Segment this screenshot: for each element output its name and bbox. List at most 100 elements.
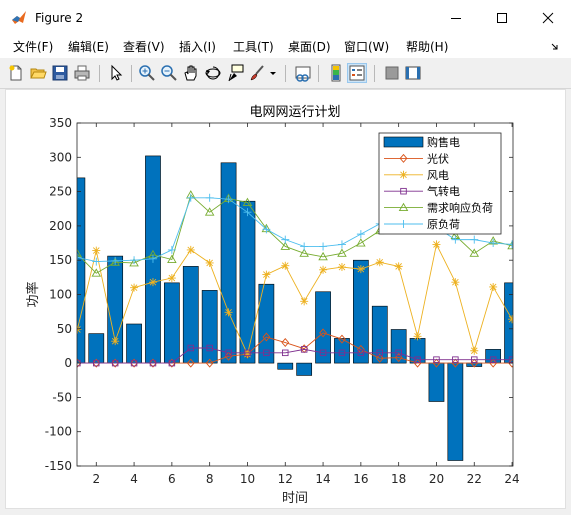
bar-9 [220,162,237,364]
legend-label: 购售电 [427,135,460,149]
x-tick-label: 14 [315,472,330,486]
print-icon[interactable] [73,64,91,82]
window-title: Figure 2 [35,11,84,25]
toolbar-separator [285,65,286,82]
chart-title: 电网网运行计划 [249,105,340,120]
y-axis-label: 功率 [25,281,41,307]
point-wind-24 [508,315,513,324]
menu-edit[interactable]: 编辑(E) [68,40,109,54]
point-wind-23 [489,282,498,291]
x-axis-label: 时间 [282,491,308,506]
menu-file[interactable]: 文件(F) [13,40,53,54]
pan-icon[interactable] [182,64,200,82]
point-wind-6 [167,274,176,283]
data-cursor-icon[interactable] [226,64,244,82]
new-figure-icon[interactable] [7,64,25,82]
chart-svg[interactable]: -150-100-500501001502002503003502 4 6 8 10 12… [6,90,565,508]
maximize-icon [497,13,507,23]
show-plot-tools-icon[interactable] [404,64,422,82]
x-tick-label: 18 [391,472,406,486]
legend-swatch-bar [383,136,424,148]
toolbar-separator [99,65,100,82]
brush-icon[interactable] [248,64,266,82]
open-file-icon[interactable] [29,64,47,82]
legend-label: 风电 [427,169,449,182]
y-tick-label: -50 [52,390,72,404]
point-wind-3 [111,337,120,346]
point-wind-9 [224,308,233,317]
close-button[interactable] [525,0,571,36]
x-tick-label: 2 [92,472,100,486]
zoom-in-icon[interactable] [138,64,156,82]
toolbar-separator [318,65,319,82]
bar-3 [107,255,124,364]
point-wind-21 [451,278,460,287]
point-wind-22 [470,346,479,355]
point-wind-14 [319,265,328,274]
close-icon [542,12,554,24]
y-tick-label: 350 [49,116,72,130]
toolbar-separator [374,65,375,82]
menu-desktop[interactable]: 桌面(D) [288,40,331,54]
menu-tools[interactable]: 工具(T) [233,40,274,54]
matlab-icon [12,11,26,24]
point-wind-11 [262,270,271,279]
menu-bar: 文件(F) 编辑(E) 查看(V) 插入(I) 工具(T) 桌面(D) 窗口(W… [0,36,571,58]
y-tick-label: 250 [49,185,72,199]
zoom-out-icon[interactable] [160,64,178,82]
point-wind-18 [394,262,403,271]
point-wind-16 [356,265,365,274]
x-tick-label: 4 [130,472,138,486]
edit-plot-icon[interactable] [107,64,125,82]
point-wind-15 [337,263,346,272]
menu-overflow-icon[interactable] [551,43,559,51]
bar-23 [485,349,502,364]
y-tick-label: 100 [49,288,72,302]
maximize-button[interactable] [479,0,525,36]
menu-insert[interactable]: 插入(I) [179,40,216,54]
insert-legend-button[interactable] [347,63,367,83]
point-wind-4 [130,283,139,292]
point-wind-8 [205,258,214,267]
y-tick-label: -150 [45,459,72,473]
brush-dropdown-icon[interactable] [268,64,278,82]
menu-help[interactable]: 帮助(H) [406,40,448,54]
bar-7 [182,266,199,364]
point-wind-17 [375,258,384,267]
menu-view[interactable]: 查看(V) [123,40,165,54]
bar-20 [428,362,445,402]
hide-plot-tools-icon[interactable] [383,64,401,82]
point-wind-7 [186,245,195,254]
y-tick-label: 300 [49,150,72,164]
y-tick-label: -100 [45,425,72,439]
menu-window[interactable]: 窗口(W) [344,40,389,54]
insert-legend-icon [349,65,365,81]
x-tick-label: 24 [504,472,519,486]
save-icon[interactable] [51,64,69,82]
y-tick-label: 150 [49,253,72,267]
point-wind-13 [300,297,309,306]
figure-toolbar [0,60,571,89]
bar-6 [164,282,180,364]
minimize-button[interactable] [433,0,479,36]
legend-marker-wind [399,170,408,179]
insert-colorbar-icon[interactable] [327,64,345,82]
point-wind-19 [413,332,422,341]
x-tick-label: 16 [353,472,368,486]
bar-16 [353,259,369,364]
x-tick-label: 20 [429,472,444,486]
minimize-icon [451,18,461,19]
bar-21 [447,362,464,461]
window-titlebar: Figure 2 [0,0,571,36]
rotate-3d-icon[interactable] [204,64,222,82]
bar-22 [466,362,483,367]
link-plot-icon[interactable] [294,64,312,82]
legend-label: 原负荷 [427,217,460,231]
y-tick-label: 0 [64,356,72,370]
x-tick-label: 12 [278,472,293,486]
toolbar-separator [131,65,132,82]
bar-4 [126,323,142,364]
x-tick-label: 22 [467,472,482,486]
bar-10 [239,200,256,364]
figure-canvas: -150 -100 -50 0 50 100 150 200 250 300 350 2 4 6 8 10 12… [5,89,566,509]
